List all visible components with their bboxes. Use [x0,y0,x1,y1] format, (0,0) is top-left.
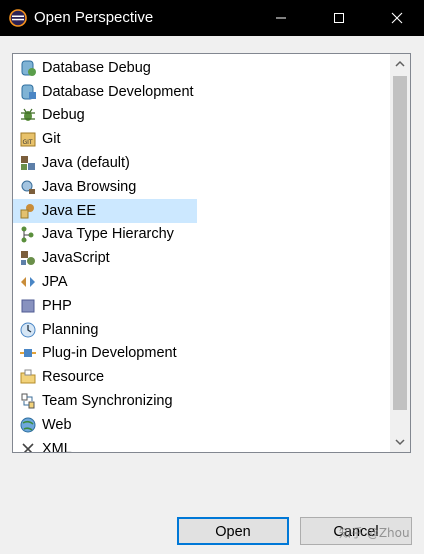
perspective-label: Web [42,416,72,433]
java-icon [19,154,37,172]
maximize-button[interactable] [316,0,362,36]
perspective-label: XML [42,440,72,453]
title-bar[interactable]: Open Perspective [0,0,424,36]
perspective-item-web[interactable]: Web [13,413,393,437]
plugin-icon [19,344,37,362]
watermark: 知乎 @Zhou [339,526,410,540]
java-ee-icon [19,202,37,220]
eclipse-icon [9,9,27,27]
maximize-icon [334,13,344,23]
scroll-down-button[interactable] [390,432,410,452]
java-browsing-icon [19,178,37,196]
perspective-label: JavaScript [42,250,110,267]
perspective-label: Java (default) [42,155,130,172]
javascript-icon [19,249,37,267]
perspective-label: Database Development [42,83,194,100]
minimize-icon [276,17,286,19]
perspective-item-java-type-hierarchy[interactable]: Java Type Hierarchy [13,223,393,247]
perspective-label: PHP [42,297,72,314]
perspective-label: Database Debug [42,59,151,76]
perspective-item-database-development[interactable]: Database Development [13,80,393,104]
planning-clock-icon [19,321,37,339]
php-icon [19,297,37,315]
team-sync-icon [19,392,37,410]
close-button[interactable] [374,0,420,36]
perspective-item-planning[interactable]: Planning [13,318,393,342]
web-globe-icon [19,416,37,434]
perspective-label: Planning [42,321,99,338]
scrollbar-thumb[interactable] [393,76,407,410]
open-button[interactable]: Open [177,517,289,545]
perspective-label: Debug [42,107,85,124]
jpa-icon [19,273,37,291]
scroll-up-button[interactable] [390,54,410,74]
perspective-label: Java EE [42,202,96,219]
database-development-icon [19,83,37,101]
debug-bug-icon [19,106,37,124]
perspective-item-xml[interactable]: XML [13,437,393,453]
perspective-item-database-debug[interactable]: Database Debug [13,56,393,80]
perspective-label: Java Type Hierarchy [42,226,174,243]
perspective-label: Git [42,131,61,148]
perspective-items: Database Debug Database Development Debug G… [13,56,393,453]
perspective-item-java-default[interactable]: Java (default) [13,151,393,175]
type-hierarchy-icon [19,225,37,243]
resource-folder-icon [19,368,37,386]
perspective-label: Team Synchronizing [42,393,173,410]
perspective-item-debug[interactable]: Debug [13,104,393,128]
window-title: Open Perspective [34,9,154,26]
minimize-button[interactable] [258,0,304,36]
perspective-item-resource[interactable]: Resource [13,365,393,389]
perspective-item-javascript[interactable]: JavaScript [13,246,393,270]
perspective-label: Java Browsing [42,178,137,195]
database-debug-icon [19,59,37,77]
chevron-up-icon [395,60,405,67]
svg-text:GIT: GIT [23,139,33,146]
perspective-label: Resource [42,369,105,386]
git-icon: GIT [19,130,37,148]
perspective-item-php[interactable]: PHP [13,294,393,318]
perspective-item-java-browsing[interactable]: Java Browsing [13,175,393,199]
perspective-item-jpa[interactable]: JPA [13,270,393,294]
perspective-item-git[interactable]: GIT Git [13,127,393,151]
vertical-scrollbar[interactable] [390,54,410,452]
perspective-label: JPA [42,274,68,291]
perspective-item-team-synchronizing[interactable]: Team Synchronizing [13,389,393,413]
close-icon [391,12,403,24]
perspective-item-java-ee[interactable]: Java EE [13,198,197,223]
perspective-item-plug-in-development[interactable]: Plug-in Development [13,342,393,366]
perspective-list[interactable]: Database Debug Database Development Debug G… [12,53,411,453]
perspective-label: Plug-in Development [42,345,177,362]
chevron-down-icon [395,439,405,446]
xml-icon [19,440,37,452]
